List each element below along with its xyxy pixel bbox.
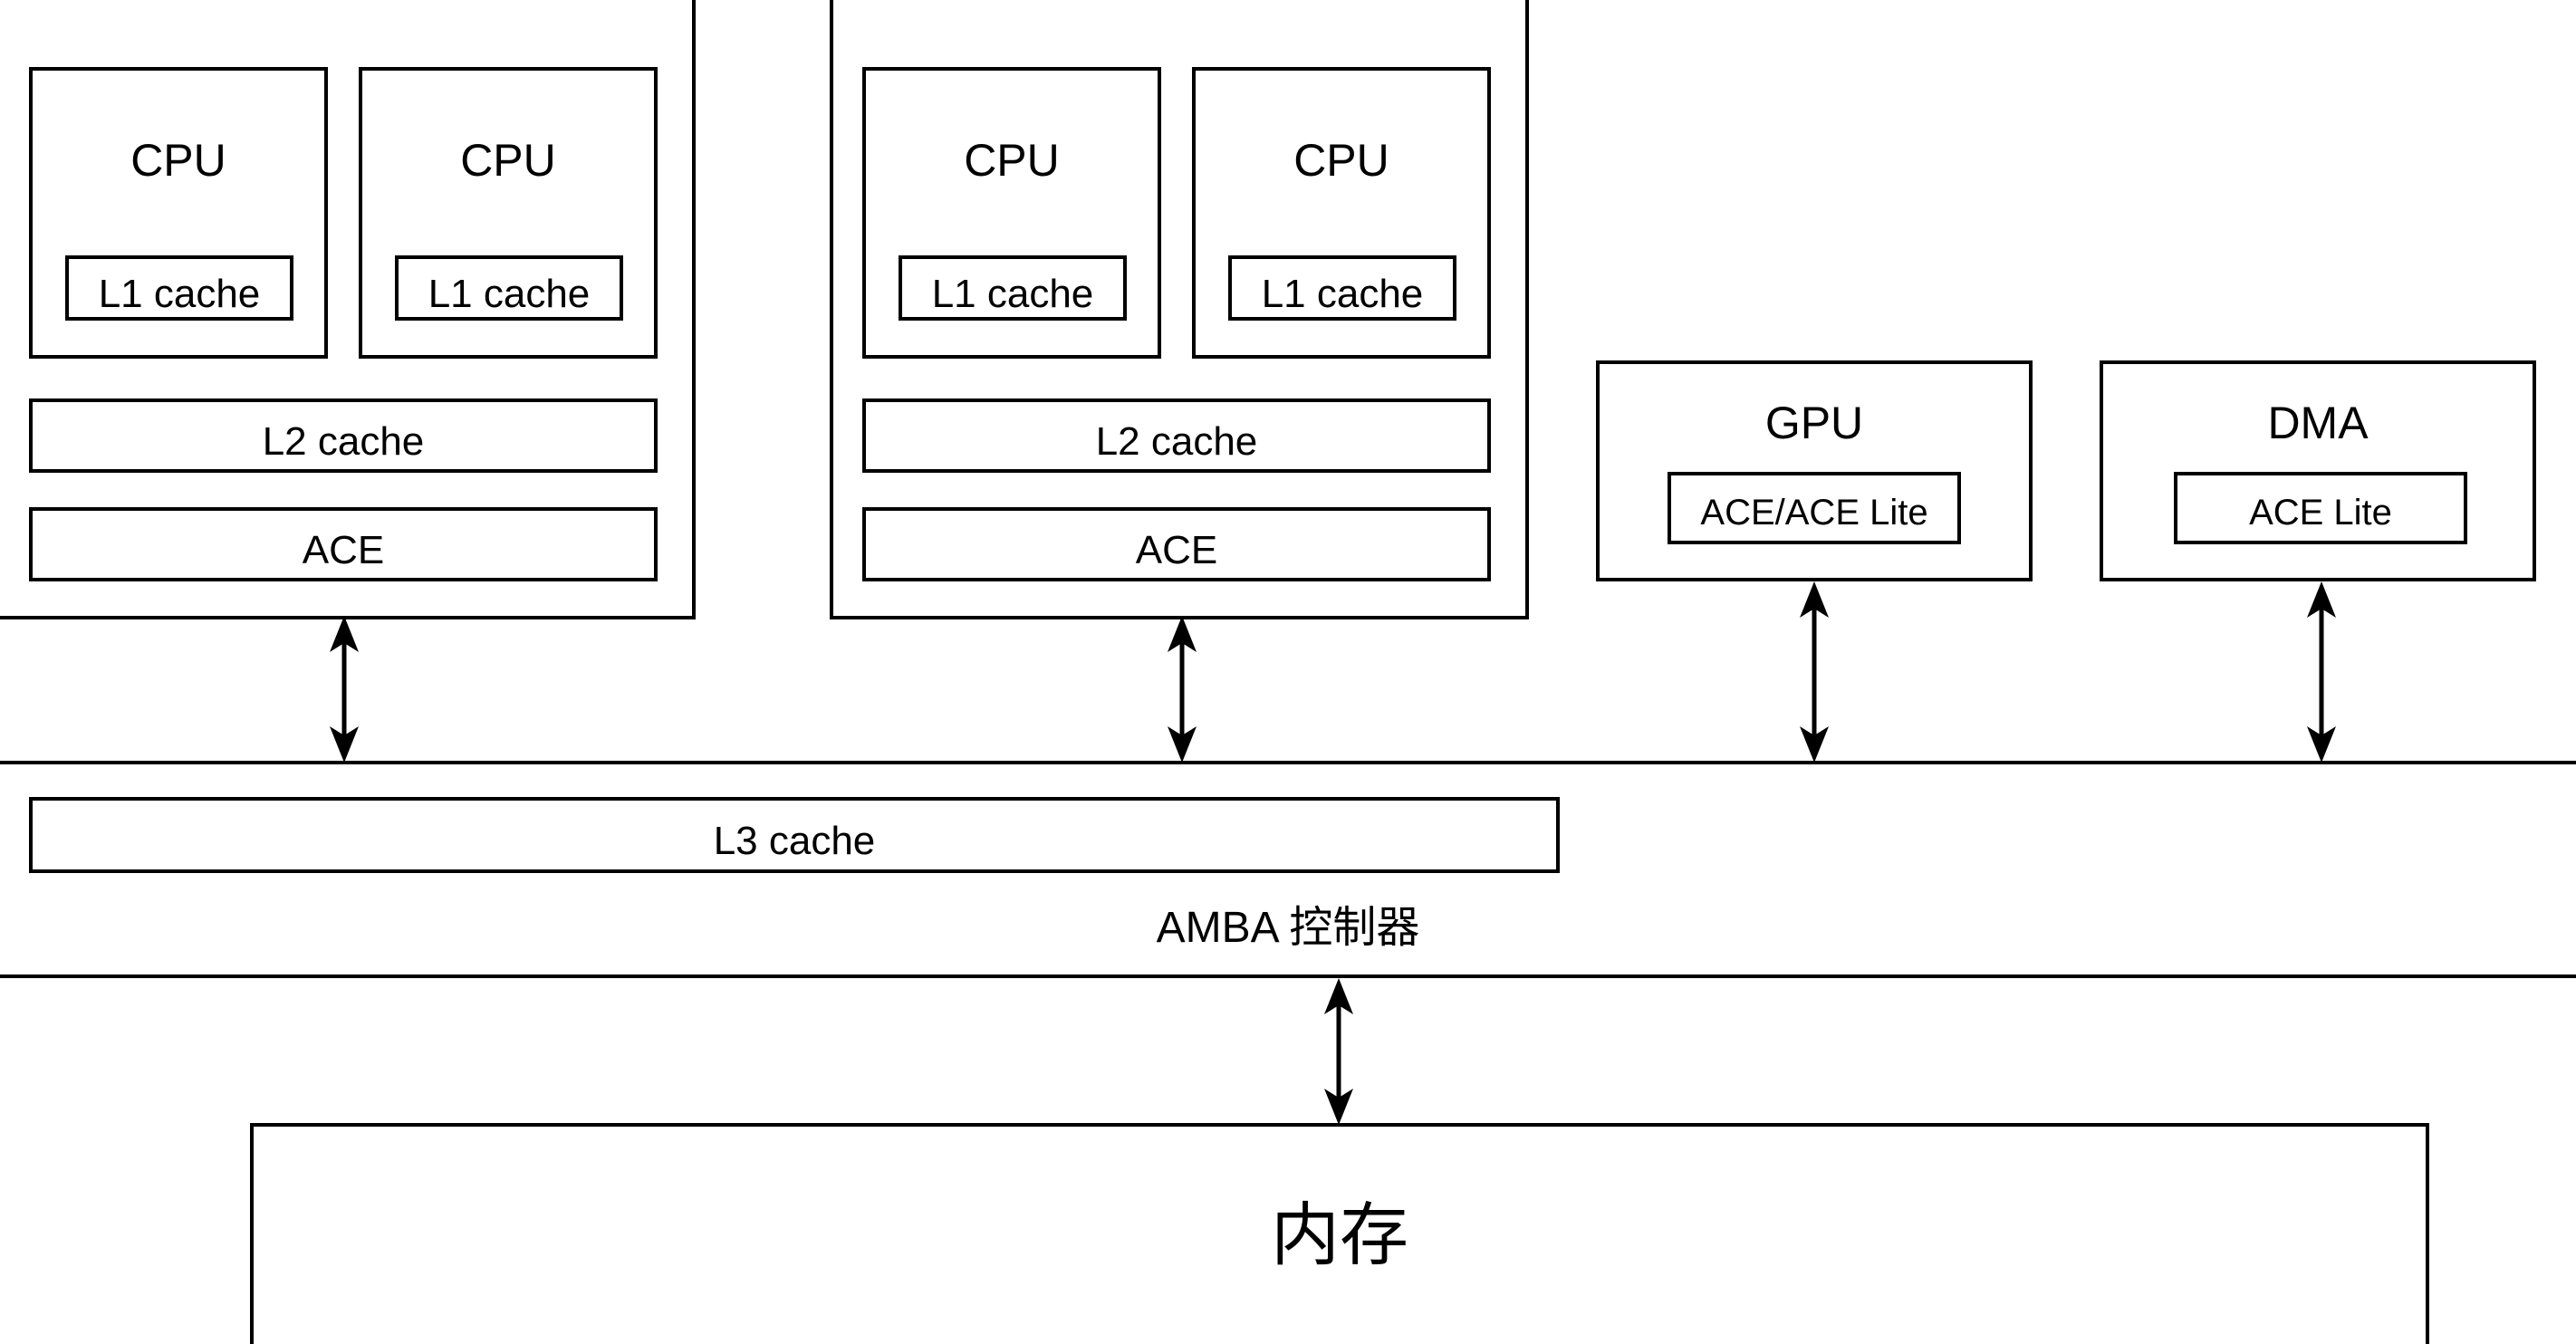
ace-label-2: ACE bbox=[1135, 528, 1218, 572]
gpu-box bbox=[1596, 360, 2033, 581]
cpu-label-1a: CPU bbox=[130, 135, 226, 186]
l2-cache-label-2: L2 cache bbox=[1095, 419, 1258, 464]
memory-label: 内存 bbox=[1271, 1197, 1408, 1274]
gpu-interface-label: ACE/ACE Lite bbox=[1700, 493, 1928, 533]
l1-cache-label-2a: L1 cache bbox=[931, 272, 1094, 316]
ace-label-1: ACE bbox=[302, 528, 385, 572]
arrow-cluster1-to-amba bbox=[319, 616, 370, 763]
l1-cache-label-2b: L1 cache bbox=[1261, 272, 1424, 316]
l1-cache-label-1b: L1 cache bbox=[428, 272, 591, 316]
l1-cache-label-1a: L1 cache bbox=[98, 272, 261, 316]
gpu-label: GPU bbox=[1764, 398, 1864, 448]
arrow-dma-to-amba bbox=[2296, 581, 2347, 763]
cpu-label-2b: CPU bbox=[1293, 135, 1389, 186]
cpu-label-1b: CPU bbox=[460, 135, 556, 186]
dma-box bbox=[2100, 360, 2536, 581]
dma-label: DMA bbox=[2267, 398, 2369, 448]
l3-cache-label: L3 cache bbox=[713, 819, 876, 863]
dma-interface-label: ACE Lite bbox=[2249, 493, 2392, 533]
arrow-cluster2-to-amba bbox=[1157, 616, 1207, 763]
diagram-canvas: CPU L1 cache CPU L1 cache L2 cache ACE C… bbox=[0, 0, 2576, 1344]
amba-controller-label: AMBA 控制器 bbox=[1156, 904, 1420, 952]
l2-cache-label-1: L2 cache bbox=[262, 419, 425, 464]
arrow-amba-to-memory bbox=[1313, 978, 1364, 1125]
cpu-label-2a: CPU bbox=[964, 135, 1060, 186]
arrow-gpu-to-amba bbox=[1789, 581, 1840, 763]
